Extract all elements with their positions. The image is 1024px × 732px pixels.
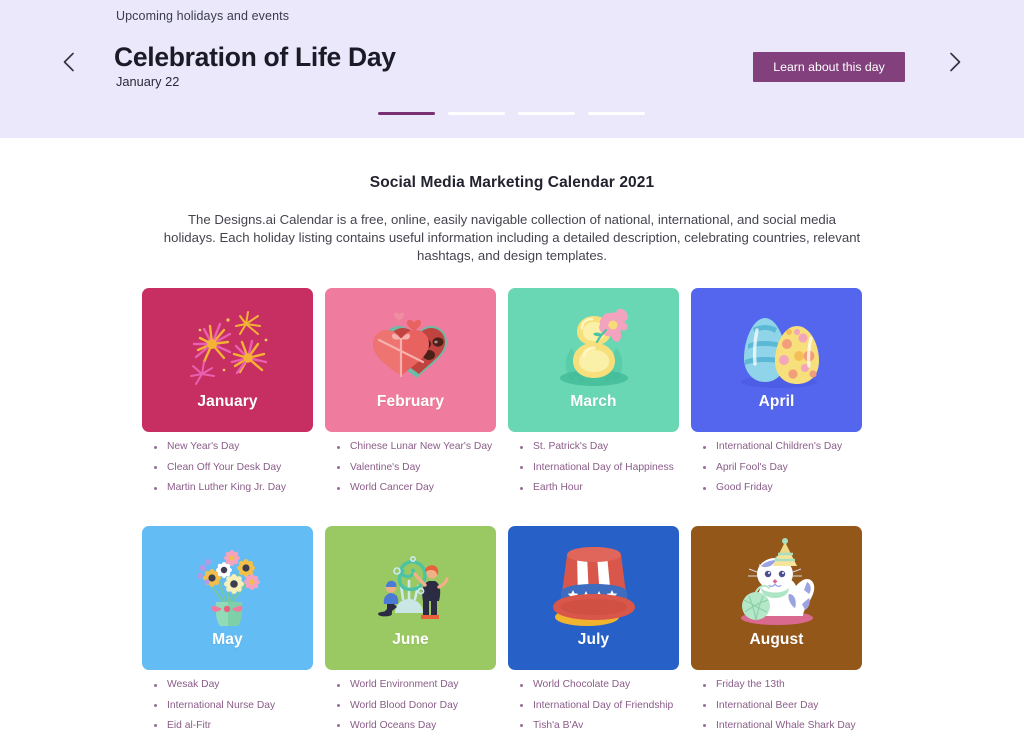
month-card: January New Year's Day Clean Off Your Desk… (142, 288, 313, 503)
carousel-next-button[interactable] (941, 48, 969, 76)
uncle-sam-hat-illustration (552, 547, 635, 627)
month-card: February Chinese Lunar New Year's Day Vale… (325, 288, 496, 503)
page-title: Celebration of Life Day (114, 42, 396, 72)
holiday-list-item[interactable]: International Children's Day (701, 442, 862, 452)
month-card: June World Environment Day World Blood Don… (325, 526, 496, 732)
holiday-list-item[interactable]: Wesak Day (152, 680, 313, 690)
main-content: Social Media Marketing Calendar 2021 The… (0, 174, 1024, 732)
holiday-list-item[interactable]: Chinese Lunar New Year's Day (335, 442, 496, 452)
easter-eggs-illustration (691, 296, 862, 394)
carousel-pagination (378, 112, 645, 115)
holiday-list-item[interactable]: Good Friday (701, 482, 862, 493)
hero-banner: Upcoming holidays and events Celebration… (0, 0, 1024, 138)
pagination-bar-4[interactable] (588, 112, 645, 115)
chevron-left-icon (63, 52, 74, 72)
carousel-prev-button[interactable] (54, 48, 82, 76)
month-card: May Wesak Day International Nurse Day Eid a… (142, 526, 313, 732)
holiday-list-item[interactable]: World Oceans Day (335, 720, 496, 731)
environment-people-illustration (325, 534, 496, 632)
pagination-bar-3[interactable] (518, 112, 575, 115)
fireworks-illustration (189, 311, 267, 386)
month-label: January (197, 393, 258, 411)
month-tile[interactable]: August (691, 526, 862, 671)
holiday-list: Chinese Lunar New Year's Day Valentine's … (325, 442, 496, 493)
month-tile[interactable]: May (142, 526, 313, 671)
flower-bouquet-illustration (142, 534, 313, 632)
holiday-list-item[interactable]: World Blood Donor Day (335, 700, 496, 711)
holiday-list-item[interactable]: April Fool's Day (701, 462, 862, 473)
month-label: May (212, 631, 243, 649)
uncle-sam-hat-illustration (508, 534, 679, 632)
month-card: August Friday the 13th International Beer … (691, 526, 862, 732)
holiday-list-item[interactable]: International Day of Friendship (518, 700, 679, 711)
month-tile[interactable]: July (508, 526, 679, 671)
month-card: April International Children's Day April F… (691, 288, 862, 503)
holiday-list: World Chocolate Day International Day of … (508, 680, 679, 731)
holiday-list: Friday the 13th International Beer Day Int… (691, 680, 862, 731)
holiday-list-item[interactable]: International Day of Happiness (518, 462, 679, 473)
section-description: The Designs.ai Calendar is a free, onlin… (163, 212, 861, 263)
month-card: July World Chocolate Day International Day… (508, 526, 679, 732)
month-tile[interactable]: March (508, 288, 679, 433)
holiday-list: St. Patrick's Day International Day of Ha… (508, 442, 679, 493)
holiday-list-item[interactable]: World Cancer Day (335, 482, 496, 493)
month-label: April (758, 393, 795, 411)
month-card: March St. Patrick's Day International Day … (508, 288, 679, 503)
month-tile[interactable]: February (325, 288, 496, 433)
chocolate-hearts-illustration (325, 296, 496, 394)
environment-people-illustration (377, 556, 449, 620)
fireworks-illustration (142, 296, 313, 394)
party-cat-illustration (740, 538, 814, 626)
month-tile[interactable]: April (691, 288, 862, 433)
number-eight-flower-illustration (559, 309, 628, 387)
holiday-list-item[interactable]: International Nurse Day (152, 700, 313, 711)
flower-bouquet-illustration (196, 550, 260, 627)
calendar-grid-row-1: January New Year's Day Clean Off Your Desk… (142, 288, 882, 503)
holiday-list-item[interactable]: Martin Luther King Jr. Day (152, 482, 313, 493)
holiday-list-item[interactable]: Clean Off Your Desk Day (152, 462, 313, 473)
holiday-list-item[interactable]: St. Patrick's Day (518, 442, 679, 452)
holiday-list-item[interactable]: Earth Hour (518, 482, 679, 493)
pagination-bar-1[interactable] (378, 112, 435, 115)
holiday-list: Wesak Day International Nurse Day Eid al-F… (142, 680, 313, 731)
month-label: June (392, 631, 429, 649)
section-title: Social Media Marketing Calendar 2021 (369, 174, 655, 191)
easter-eggs-illustration (740, 318, 819, 389)
month-label: July (577, 631, 610, 649)
holiday-list-item[interactable]: Friday the 13th (701, 680, 862, 690)
holiday-list-item[interactable]: World Environment Day (335, 680, 496, 690)
month-tile[interactable]: January (142, 288, 313, 433)
holiday-list-item[interactable]: International Whale Shark Day (701, 720, 862, 731)
month-label: August (749, 631, 804, 649)
holiday-list-item[interactable]: Eid al-Fitr (152, 720, 313, 731)
holiday-list: New Year's Day Clean Off Your Desk Day Mar… (142, 442, 313, 493)
pagination-bar-2[interactable] (448, 112, 505, 115)
chevron-right-icon (949, 52, 960, 72)
month-label: February (376, 393, 445, 411)
holiday-list: World Environment Day World Blood Donor D… (325, 680, 496, 731)
holiday-list: International Children's Day April Fool's… (691, 442, 862, 493)
month-label: March (570, 393, 617, 411)
chocolate-hearts-illustration (372, 313, 447, 379)
holiday-list-item[interactable]: New Year's Day (152, 442, 313, 452)
holiday-list-item[interactable]: World Chocolate Day (518, 680, 679, 690)
number-eight-flower-illustration (508, 296, 679, 394)
hero-kicker: Upcoming holidays and events (116, 9, 290, 23)
calendar-grid-row-2: May Wesak Day International Nurse Day Eid a… (142, 526, 882, 732)
hero-date: January 22 (116, 74, 180, 89)
holiday-list-item[interactable]: Tish'a B'Av (518, 720, 679, 731)
party-cat-illustration (691, 534, 862, 632)
holiday-list-item[interactable]: International Beer Day (701, 700, 862, 711)
learn-about-this-day-button[interactable]: Learn about this day (753, 52, 905, 82)
month-tile[interactable]: June (325, 526, 496, 671)
holiday-list-item[interactable]: Valentine's Day (335, 462, 496, 473)
